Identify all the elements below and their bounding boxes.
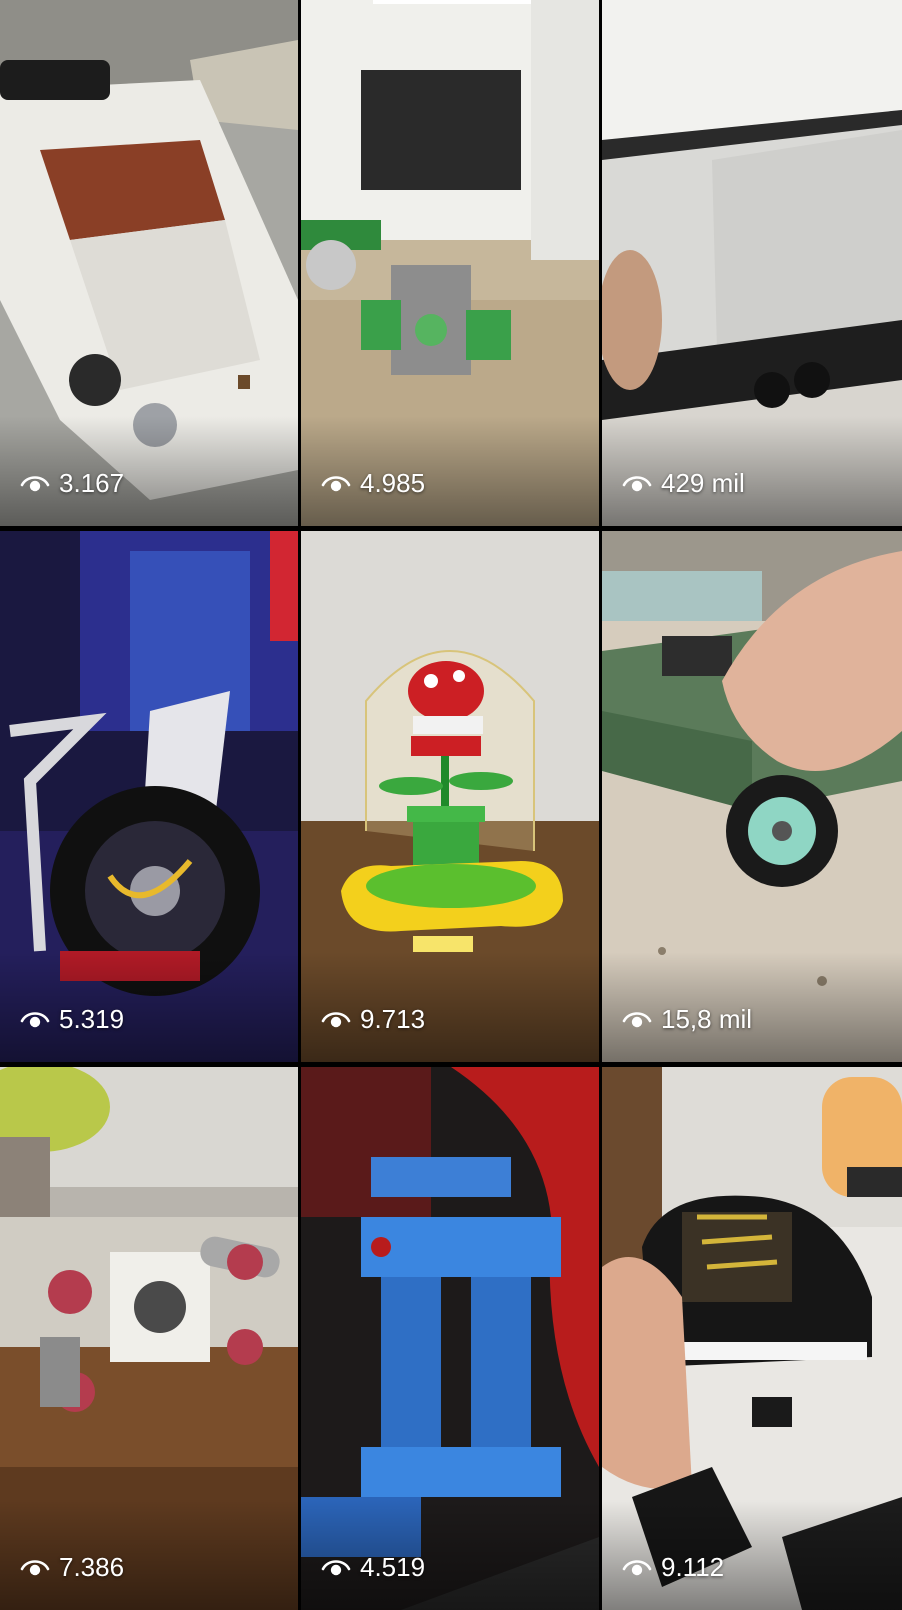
video-thumbnail-1[interactable]: 3.167 xyxy=(0,0,298,526)
eye-icon xyxy=(321,475,351,491)
view-count-label: 5.319 xyxy=(59,1004,125,1034)
video-thumbnail-7[interactable]: 7.386 xyxy=(0,1067,298,1610)
eye-icon xyxy=(321,1559,351,1575)
active-tab-indicator xyxy=(373,0,531,4)
view-count: 4.985 xyxy=(321,468,425,499)
video-thumbnail-2[interactable]: 4.985 xyxy=(301,0,599,526)
eye-icon xyxy=(622,1011,652,1027)
view-count: 5.319 xyxy=(20,1004,124,1035)
view-count-label: 15,8 mil xyxy=(661,1004,753,1034)
view-count: 4.519 xyxy=(321,1552,425,1583)
view-count: 429 mil xyxy=(622,468,745,499)
video-thumbnail-9[interactable]: 9.112 xyxy=(602,1067,902,1610)
view-count-label: 4.985 xyxy=(360,468,426,498)
view-count-label: 9.112 xyxy=(661,1552,725,1582)
view-count-label: 3.167 xyxy=(59,468,125,498)
view-count-label: 429 mil xyxy=(661,468,745,498)
eye-icon xyxy=(622,475,652,491)
eye-icon xyxy=(321,1011,351,1027)
view-count-label: 4.519 xyxy=(360,1552,426,1582)
view-count-label: 9.713 xyxy=(360,1004,426,1034)
view-count: 3.167 xyxy=(20,468,124,499)
view-count: 7.386 xyxy=(20,1552,124,1583)
video-thumbnail-4[interactable]: 5.319 xyxy=(0,531,298,1062)
view-count: 15,8 mil xyxy=(622,1004,752,1035)
video-thumbnail-3[interactable]: 429 mil xyxy=(602,0,902,526)
video-thumbnail-6[interactable]: 15,8 mil xyxy=(602,531,902,1062)
view-count: 9.713 xyxy=(321,1004,425,1035)
view-count-label: 7.386 xyxy=(59,1552,125,1582)
eye-icon xyxy=(20,1011,50,1027)
view-count: 9.112 xyxy=(622,1552,724,1583)
eye-icon xyxy=(20,1559,50,1575)
eye-icon xyxy=(622,1559,652,1575)
video-grid: 3.167 4.985 429 mil 5.319 9.713 15,8 mil… xyxy=(0,0,902,1610)
video-thumbnail-8[interactable]: 4.519 xyxy=(301,1067,599,1610)
video-thumbnail-5[interactable]: 9.713 xyxy=(301,531,599,1062)
eye-icon xyxy=(20,475,50,491)
